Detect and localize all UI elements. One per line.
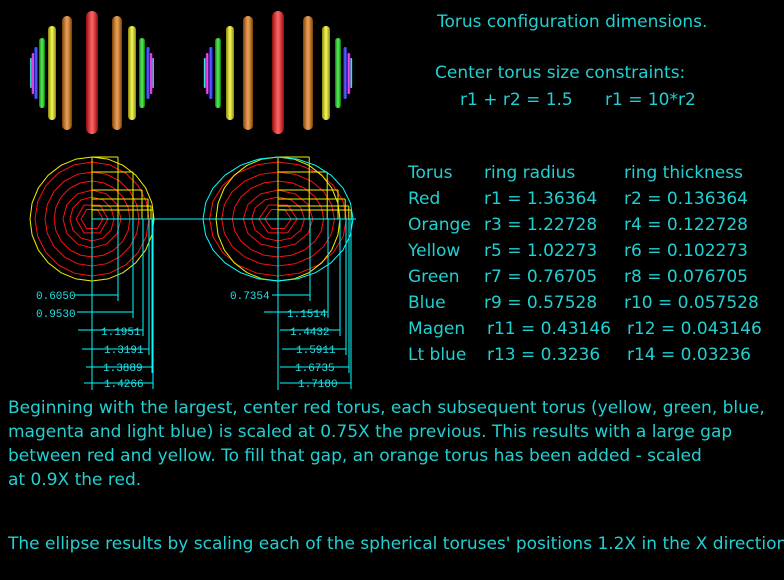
page-title: Torus configuration dimensions. bbox=[437, 12, 708, 32]
table-cell: r12 = 0.043146 bbox=[627, 319, 762, 339]
description-line: at 0.9X the red. bbox=[8, 470, 142, 490]
torus-shading bbox=[322, 26, 330, 120]
dimensions-right: 0.7354 1.1514 1.4432 1.5911 1.6735 1.718… bbox=[230, 291, 338, 391]
table-cell: Red bbox=[408, 189, 441, 209]
table-cell: r9 = 0.57528 bbox=[484, 293, 598, 313]
dim-label: 0.7354 bbox=[230, 291, 270, 303]
dim-label: 1.1951 bbox=[101, 327, 141, 339]
description-line: The ellipse results by scaling each of t… bbox=[8, 534, 784, 554]
torus-shading bbox=[112, 16, 122, 130]
table-cell: Orange bbox=[408, 215, 471, 235]
table-cell: r6 = 0.102273 bbox=[624, 241, 748, 261]
table-cell: r7 = 0.76705 bbox=[484, 267, 598, 287]
torus-shading bbox=[303, 16, 313, 130]
table-cell: Magen bbox=[408, 319, 466, 339]
torus-shading bbox=[203, 58, 206, 88]
dim-label: 0.9530 bbox=[36, 309, 76, 321]
constraints-heading: Center torus size constraints: bbox=[435, 63, 686, 83]
torus-shading bbox=[139, 38, 145, 108]
torus-shading bbox=[335, 38, 341, 108]
torus-shading bbox=[48, 26, 56, 120]
table-cell: r11 = 0.43146 bbox=[487, 319, 611, 339]
torus-shading bbox=[272, 11, 284, 134]
dimensions-left: 0.6050 0.9530 1.1951 1.3191 1.3889 1.426… bbox=[36, 291, 144, 391]
table-cell: r8 = 0.076705 bbox=[624, 267, 748, 287]
table-cell: Yellow bbox=[408, 241, 461, 261]
table-header: Torus bbox=[408, 163, 453, 183]
table-cell: r1 = 1.36364 bbox=[484, 189, 598, 209]
table-cell: Blue bbox=[408, 293, 446, 313]
dim-label: 1.4266 bbox=[104, 379, 144, 391]
torus-shading bbox=[208, 47, 213, 99]
dim-label: 1.3889 bbox=[103, 363, 143, 375]
torus-shading bbox=[347, 53, 351, 94]
torus-illustration: 0.6050 0.9530 1.1951 1.3191 1.3889 1.426… bbox=[29, 11, 356, 391]
table-header: ring radius bbox=[484, 163, 576, 183]
table-cell: r10 = 0.057528 bbox=[624, 293, 759, 313]
torus-shading bbox=[62, 16, 72, 130]
torus-diagram: 0.6050 0.9530 1.1951 1.3191 1.3889 1.426… bbox=[0, 0, 784, 580]
dim-label: 1.6735 bbox=[295, 363, 335, 375]
torus-shading bbox=[34, 47, 38, 99]
dim-label: 0.6050 bbox=[36, 291, 76, 303]
torus-shading bbox=[128, 26, 136, 120]
torus-shading bbox=[350, 58, 353, 88]
constraint-1: r1 + r2 = 1.5 bbox=[460, 90, 573, 110]
table-cell: Lt blue bbox=[408, 345, 467, 365]
torus-shading bbox=[205, 53, 209, 94]
constraint-2: r1 = 10*r2 bbox=[605, 90, 696, 110]
torus-shading bbox=[343, 47, 348, 99]
dim-label: 1.4432 bbox=[290, 327, 330, 339]
description-line: Beginning with the largest, center red t… bbox=[8, 398, 765, 418]
description-line: magenta and light blue) is scaled at 0.7… bbox=[8, 422, 733, 442]
dim-label: 1.5911 bbox=[296, 345, 336, 357]
torus-shading bbox=[226, 26, 234, 120]
table-cell: Green bbox=[408, 267, 460, 287]
torus-shading bbox=[86, 11, 98, 134]
dim-label: 1.1514 bbox=[287, 309, 327, 321]
table-cell: r3 = 1.22728 bbox=[484, 215, 598, 235]
dim-label: 1.3191 bbox=[104, 345, 144, 357]
table-cell: r4 = 0.122728 bbox=[624, 215, 748, 235]
torus-shading bbox=[215, 38, 221, 108]
table-cell: r14 = 0.03236 bbox=[627, 345, 751, 365]
torus-shading bbox=[243, 16, 253, 130]
dim-label: 1.7180 bbox=[298, 379, 338, 391]
torus-shading bbox=[146, 47, 150, 99]
table-header: ring thickness bbox=[624, 163, 743, 183]
table-cell: r13 = 0.3236 bbox=[487, 345, 601, 365]
table-cell: r2 = 0.136364 bbox=[624, 189, 748, 209]
description-line: between red and yellow. To fill that gap… bbox=[8, 446, 702, 466]
table-cell: r5 = 1.02273 bbox=[484, 241, 598, 261]
torus-shading bbox=[39, 38, 45, 108]
